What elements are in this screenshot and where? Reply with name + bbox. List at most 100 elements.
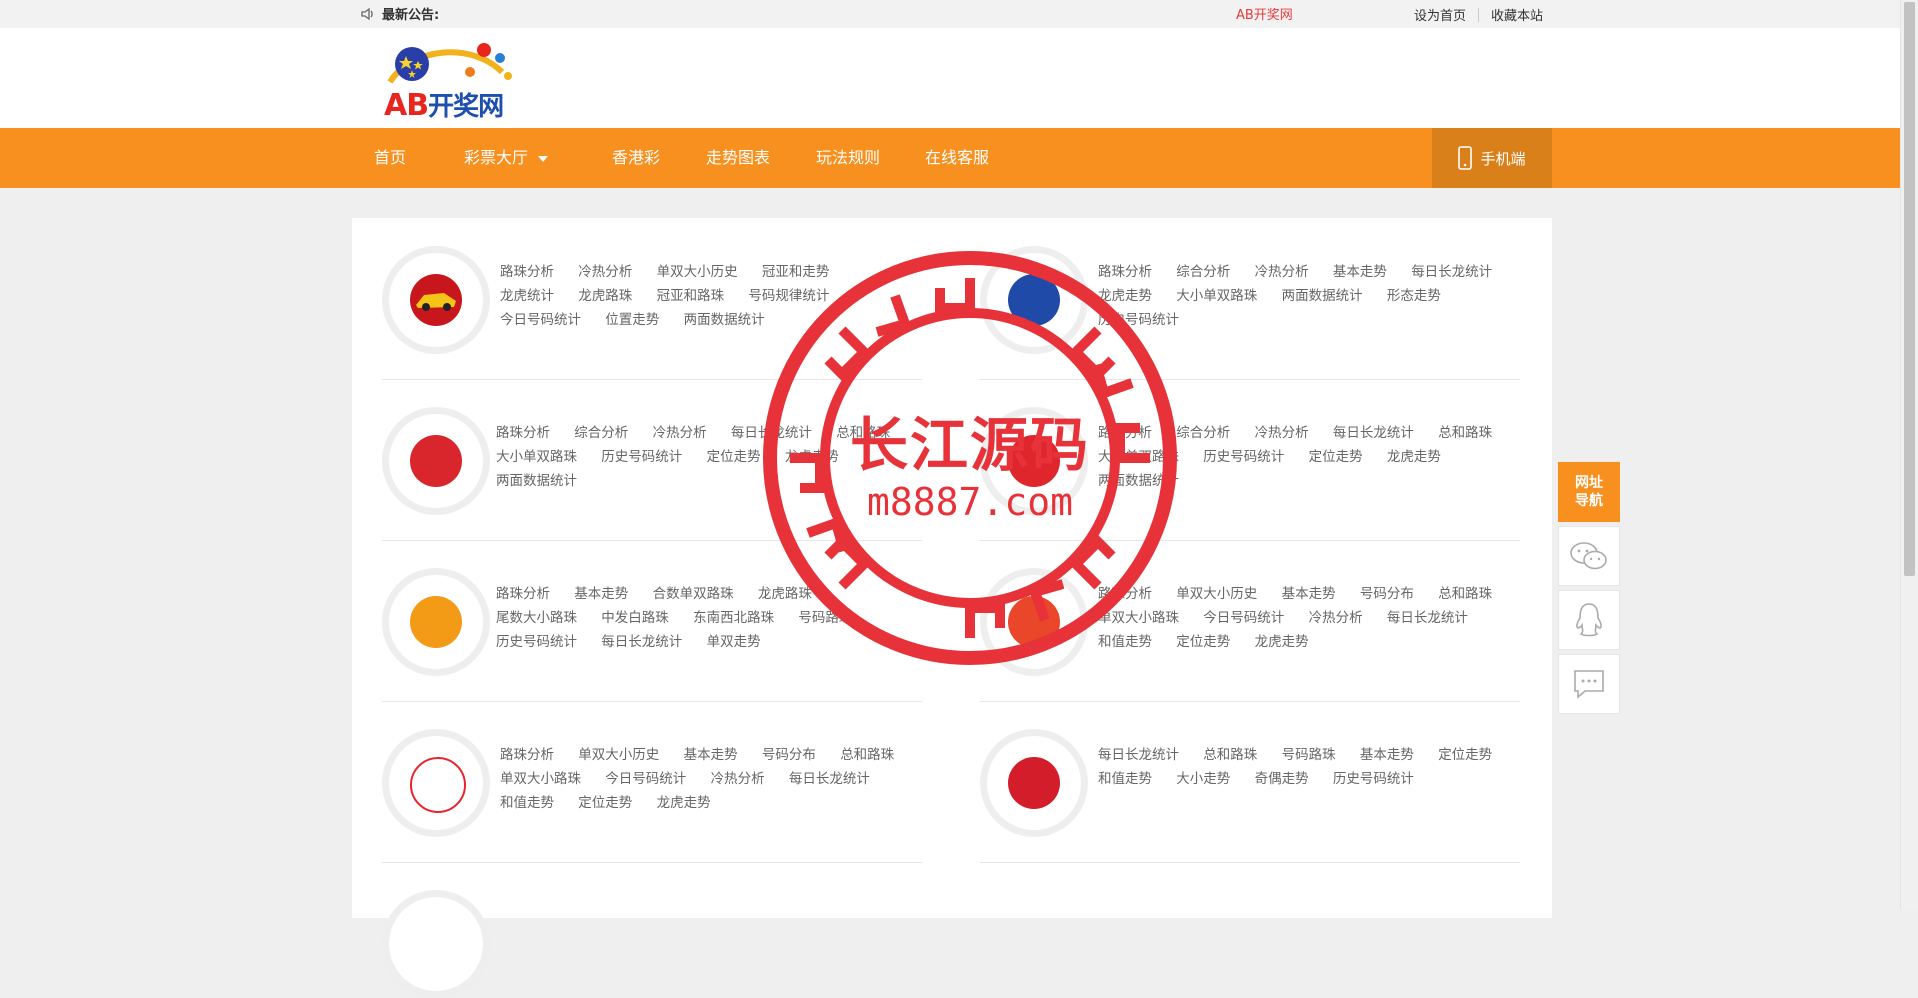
card-link[interactable]: 路珠分析 bbox=[496, 582, 550, 606]
card-link[interactable]: 单双大小历史 bbox=[657, 260, 738, 284]
lottery-icon-ring[interactable] bbox=[980, 407, 1088, 515]
card-link[interactable]: 龙虎走势 bbox=[785, 445, 839, 469]
card-link[interactable]: 每日长龙统计 bbox=[1098, 743, 1179, 767]
card-link[interactable]: 每日长龙统计 bbox=[601, 630, 682, 654]
card-link[interactable]: 龙虎走势 bbox=[1098, 284, 1152, 308]
card-link[interactable]: 每日长龙统计 bbox=[731, 421, 812, 445]
card-link[interactable]: 龙虎路珠 bbox=[758, 582, 812, 606]
card-link[interactable]: 东南西北路珠 bbox=[693, 606, 774, 630]
card-link[interactable]: 中发白路珠 bbox=[601, 606, 669, 630]
card-link[interactable]: 大小单双路珠 bbox=[1176, 284, 1257, 308]
card-link[interactable]: 合数单双路珠 bbox=[653, 582, 734, 606]
card-link[interactable]: 总和路珠 bbox=[840, 743, 894, 767]
card-link[interactable]: 龙虎统计 bbox=[500, 284, 554, 308]
card-link[interactable]: 冷热分析 bbox=[578, 260, 632, 284]
card-link[interactable]: 和值走势 bbox=[1098, 767, 1152, 791]
card-link[interactable]: 路珠分析 bbox=[496, 421, 550, 445]
card-link[interactable]: 号码规律统计 bbox=[748, 284, 829, 308]
card-link[interactable]: 冷热分析 bbox=[1255, 421, 1309, 445]
card-link[interactable]: 定位走势 bbox=[1438, 743, 1492, 767]
card-link[interactable]: 号码路珠 bbox=[798, 606, 852, 630]
card-link[interactable]: 定位走势 bbox=[707, 445, 761, 469]
card-link[interactable]: 冷热分析 bbox=[711, 767, 765, 791]
card-link[interactable]: 冠亚和走势 bbox=[762, 260, 830, 284]
card-link[interactable]: 基本走势 bbox=[1282, 582, 1336, 606]
card-link[interactable]: 今日号码统计 bbox=[500, 308, 581, 332]
card-link[interactable]: 路珠分析 bbox=[500, 743, 554, 767]
lottery-icon-ring[interactable] bbox=[382, 568, 490, 676]
page-scrollbar[interactable] bbox=[1900, 0, 1918, 909]
card-link[interactable]: 综合分析 bbox=[574, 421, 628, 445]
card-link[interactable]: 今日号码统计 bbox=[605, 767, 686, 791]
card-link[interactable]: 基本走势 bbox=[1333, 260, 1387, 284]
card-link[interactable]: 基本走势 bbox=[684, 743, 738, 767]
lottery-icon-ring[interactable] bbox=[382, 729, 490, 837]
card-link[interactable]: 基本走势 bbox=[574, 582, 628, 606]
nav-rules[interactable]: 玩法规则 bbox=[816, 128, 880, 188]
lottery-icon-ring[interactable] bbox=[980, 246, 1088, 354]
card-link[interactable]: 路珠分析 bbox=[1098, 260, 1152, 284]
card-link[interactable]: 每日长龙统计 bbox=[1333, 421, 1414, 445]
lottery-icon-ring[interactable] bbox=[382, 890, 490, 998]
card-link[interactable]: 龙虎走势 bbox=[1255, 630, 1309, 654]
card-link[interactable]: 单双大小历史 bbox=[1176, 582, 1257, 606]
card-link[interactable]: 每日长龙统计 bbox=[1387, 606, 1468, 630]
brand-link[interactable]: AB开奖网 bbox=[1236, 4, 1293, 23]
card-link[interactable]: 历史号码统计 bbox=[1098, 308, 1179, 332]
card-link[interactable]: 历史号码统计 bbox=[601, 445, 682, 469]
lottery-icon-ring[interactable] bbox=[382, 407, 490, 515]
card-link[interactable]: 定位走势 bbox=[1309, 445, 1363, 469]
card-link[interactable]: 综合分析 bbox=[1176, 421, 1230, 445]
nav-trend-charts[interactable]: 走势图表 bbox=[706, 128, 770, 188]
scrollbar-thumb[interactable] bbox=[1904, 2, 1915, 576]
card-link[interactable]: 综合分析 bbox=[1176, 260, 1230, 284]
card-link[interactable]: 总和路珠 bbox=[836, 421, 890, 445]
card-link[interactable]: 龙虎走势 bbox=[657, 791, 711, 815]
bookmark-link[interactable]: 收藏本站 bbox=[1491, 5, 1543, 24]
card-link[interactable]: 龙虎走势 bbox=[1387, 445, 1441, 469]
lottery-icon-ring[interactable] bbox=[980, 568, 1088, 676]
card-link[interactable]: 和值走势 bbox=[500, 791, 554, 815]
card-link[interactable]: 号码分布 bbox=[762, 743, 816, 767]
card-link[interactable]: 总和路珠 bbox=[1438, 421, 1492, 445]
card-link[interactable]: 龙虎路珠 bbox=[578, 284, 632, 308]
card-link[interactable]: 路珠分析 bbox=[500, 260, 554, 284]
card-link[interactable]: 两面数据统计 bbox=[684, 308, 765, 332]
card-link[interactable]: 基本走势 bbox=[1360, 743, 1414, 767]
wechat-button[interactable] bbox=[1558, 526, 1620, 586]
card-link[interactable]: 单双走势 bbox=[707, 630, 761, 654]
card-link[interactable]: 冷热分析 bbox=[1309, 606, 1363, 630]
card-link[interactable]: 大小走势 bbox=[1176, 767, 1230, 791]
card-link[interactable]: 冷热分析 bbox=[1255, 260, 1309, 284]
card-link[interactable]: 两面数据统计 bbox=[1282, 284, 1363, 308]
card-link[interactable]: 号码分布 bbox=[1360, 582, 1414, 606]
card-link[interactable]: 总和路珠 bbox=[1203, 743, 1257, 767]
card-link[interactable]: 冷热分析 bbox=[653, 421, 707, 445]
card-link[interactable]: 今日号码统计 bbox=[1203, 606, 1284, 630]
card-link[interactable]: 号码路珠 bbox=[1282, 743, 1336, 767]
card-link[interactable]: 奇偶走势 bbox=[1255, 767, 1309, 791]
message-button[interactable] bbox=[1558, 654, 1620, 714]
nav-home[interactable]: 首页 bbox=[374, 128, 406, 188]
card-link[interactable]: 形态走势 bbox=[1387, 284, 1441, 308]
card-link[interactable]: 大小单双路珠 bbox=[1098, 445, 1179, 469]
card-link[interactable]: 每日长龙统计 bbox=[789, 767, 870, 791]
card-link[interactable]: 路珠分析 bbox=[1098, 582, 1152, 606]
nav-hk-lottery[interactable]: 香港彩 bbox=[612, 128, 660, 188]
card-link[interactable]: 两面数据统计 bbox=[1098, 469, 1179, 493]
card-link[interactable]: 定位走势 bbox=[578, 791, 632, 815]
site-nav-button[interactable]: 网址 导航 bbox=[1558, 462, 1620, 522]
card-link[interactable]: 单双大小路珠 bbox=[500, 767, 581, 791]
qq-button[interactable] bbox=[1558, 590, 1620, 650]
card-link[interactable]: 大小单双路珠 bbox=[496, 445, 577, 469]
card-link[interactable]: 两面数据统计 bbox=[496, 469, 577, 493]
lottery-icon-ring[interactable] bbox=[980, 729, 1088, 837]
nav-online-service[interactable]: 在线客服 bbox=[925, 128, 989, 188]
set-home-link[interactable]: 设为首页 bbox=[1414, 5, 1466, 24]
card-link[interactable]: 单双大小历史 bbox=[578, 743, 659, 767]
card-link[interactable]: 单双大小路珠 bbox=[1098, 606, 1179, 630]
card-link[interactable]: 历史号码统计 bbox=[1333, 767, 1414, 791]
mobile-button[interactable]: 手机端 bbox=[1432, 128, 1552, 188]
card-link[interactable]: 和值走势 bbox=[1098, 630, 1152, 654]
card-link[interactable]: 定位走势 bbox=[1176, 630, 1230, 654]
